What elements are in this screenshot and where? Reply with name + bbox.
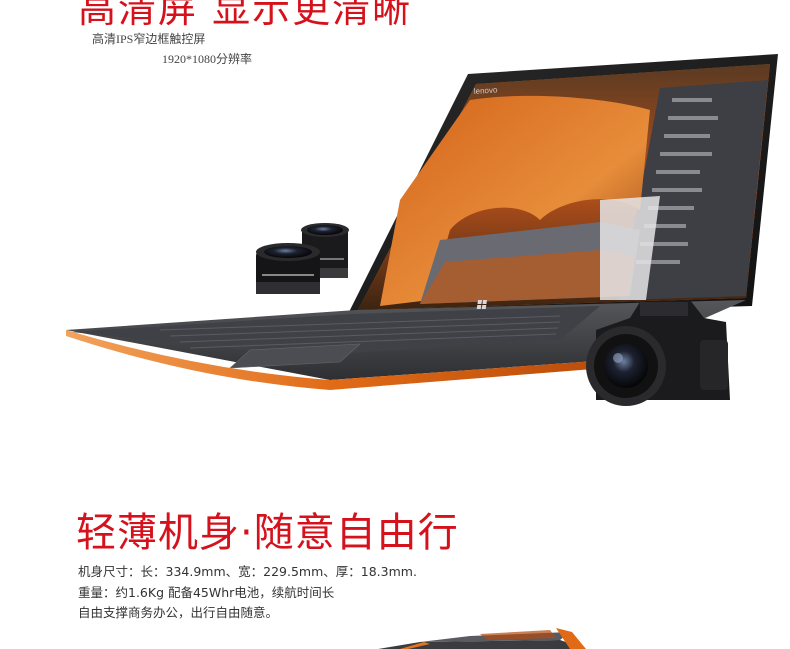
display-feature-screen: 高清IPS窄边框触控屏 [92, 32, 206, 46]
spec-dimensions: 机身尺寸：长：334.9mm、宽：229.5mm、厚：18.3mm. [78, 564, 417, 579]
camera-lens-small [256, 243, 320, 294]
display-feature-resolution: 1920*1080分辨率 [162, 52, 253, 66]
laptop-brand-logo: lenovo [474, 85, 499, 96]
section-title-portable: 轻薄机身·随意自由行 [76, 510, 459, 556]
section-title-display: 高清屏 显示更清晰 [78, 0, 413, 31]
spec-weight-battery: 重量：约1.6Kg 配备45Whr电池，续航时间长 [78, 585, 335, 600]
laptop-screen: lenovo [346, 54, 778, 318]
product-hero-image: lenovo [66, 54, 778, 406]
spec-usage: 自由支撑商务办公，出行自由随意。 [78, 605, 279, 620]
laptop-tent-image [378, 628, 586, 649]
